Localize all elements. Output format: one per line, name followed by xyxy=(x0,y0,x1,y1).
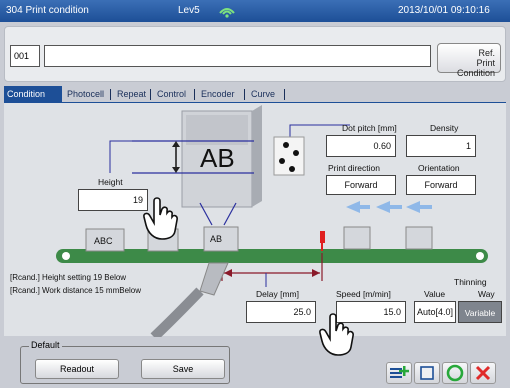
ok-circle-icon xyxy=(446,364,464,382)
orientation-field[interactable]: Forward xyxy=(406,175,476,195)
density-field[interactable]: 1 xyxy=(406,135,476,157)
cancel-button[interactable] xyxy=(470,362,496,384)
datetime: 2013/10/01 09:10:16 xyxy=(398,5,490,16)
height-arrow-down xyxy=(172,167,180,173)
square-icon xyxy=(420,366,434,380)
default-group-title: Default xyxy=(29,340,62,350)
direction-arrow xyxy=(406,201,432,213)
tab-condition[interactable]: Condition xyxy=(4,86,62,102)
ref-print-condition-button[interactable]: Ref. Print Condition xyxy=(437,43,501,78)
ref-button-line2: Print Condition xyxy=(456,58,495,78)
save-button[interactable]: Save xyxy=(141,359,225,379)
height-callout-line xyxy=(109,140,132,173)
ref-button-line1: Ref. xyxy=(478,48,495,58)
tab-separator xyxy=(150,89,151,100)
print-direction-field[interactable]: Forward xyxy=(326,175,396,195)
tab-separator xyxy=(244,89,245,100)
condition-panel: AB ABC AB Height 19 Dot pitch [mm] 0.60 … xyxy=(4,102,506,356)
thinning-value-field[interactable]: Auto[4.0] xyxy=(414,301,456,323)
user-level: Lev5 xyxy=(178,5,200,16)
dot-matrix-sample xyxy=(273,136,305,176)
tap-hand-icon xyxy=(319,313,354,356)
delay-field[interactable]: 25.0 xyxy=(246,301,316,323)
dot-pitch-label: Dot pitch [mm] xyxy=(342,123,397,133)
tab-curve[interactable]: Curve xyxy=(248,86,278,102)
thinning-value-label: Value xyxy=(424,289,446,299)
print-direction-label: Print direction xyxy=(328,163,380,173)
tab-separator xyxy=(284,89,285,100)
add-list-button[interactable] xyxy=(386,362,412,384)
thinning-way-button[interactable]: Variable xyxy=(458,301,502,323)
direction-arrow xyxy=(376,201,402,213)
tap-hand-icon xyxy=(143,197,178,240)
tab-encoder[interactable]: Encoder xyxy=(198,86,238,102)
tab-separator xyxy=(194,89,195,100)
height-label: Height xyxy=(98,177,123,187)
print-head-side xyxy=(252,105,262,207)
print-head-nozzle xyxy=(199,262,229,296)
direction-arrow xyxy=(346,201,370,213)
height-arrow-up xyxy=(172,141,180,147)
dot-pitch-field[interactable]: 0.60 xyxy=(326,135,396,157)
screen-title: 304 Print condition xyxy=(6,5,89,16)
message-header: 001 Ref. Print Condition xyxy=(4,26,506,82)
orientation-label: Orientation xyxy=(418,163,460,173)
tab-repeat[interactable]: Repeat xyxy=(114,86,149,102)
thinning-label: Thinning xyxy=(454,277,487,287)
recommendation-note: [Rcand.] Height setting 19 Below xyxy=(10,273,127,282)
density-label: Density xyxy=(430,123,459,133)
work-item xyxy=(405,226,433,250)
photocell xyxy=(320,231,325,243)
conveyor-item-label: ABC xyxy=(94,236,113,246)
tab-bar: Condition Photocell Repeat Control Encod… xyxy=(4,86,506,102)
tab-photocell[interactable]: Photocell xyxy=(64,86,107,102)
readout-button[interactable]: Readout xyxy=(35,359,119,379)
recommendation-note: [Rcand.] Work distance 15 mmBelow xyxy=(10,286,142,295)
print-sample-text: AB xyxy=(200,143,235,173)
tab-separator xyxy=(110,89,111,100)
network-icon xyxy=(219,8,235,18)
close-icon xyxy=(475,365,491,381)
work-item xyxy=(343,226,371,250)
ok-button[interactable] xyxy=(442,362,468,384)
stop-button[interactable] xyxy=(414,362,440,384)
message-number-field[interactable]: 001 xyxy=(10,45,40,67)
message-name-field[interactable] xyxy=(44,45,431,67)
thinning-way-label: Way xyxy=(478,289,495,299)
height-field[interactable]: 19 xyxy=(78,189,148,211)
conveyor-item-label: AB xyxy=(210,234,223,244)
add-list-icon xyxy=(390,366,409,378)
speed-label: Speed [m/min] xyxy=(336,289,391,299)
delay-label: Delay [mm] xyxy=(256,289,299,299)
default-group: Default Readout Save xyxy=(20,340,230,384)
print-head-cable xyxy=(150,287,204,337)
title-bar: 304 Print condition Lev5 2013/10/01 09:1… xyxy=(0,0,510,22)
tab-control[interactable]: Control xyxy=(154,86,189,102)
